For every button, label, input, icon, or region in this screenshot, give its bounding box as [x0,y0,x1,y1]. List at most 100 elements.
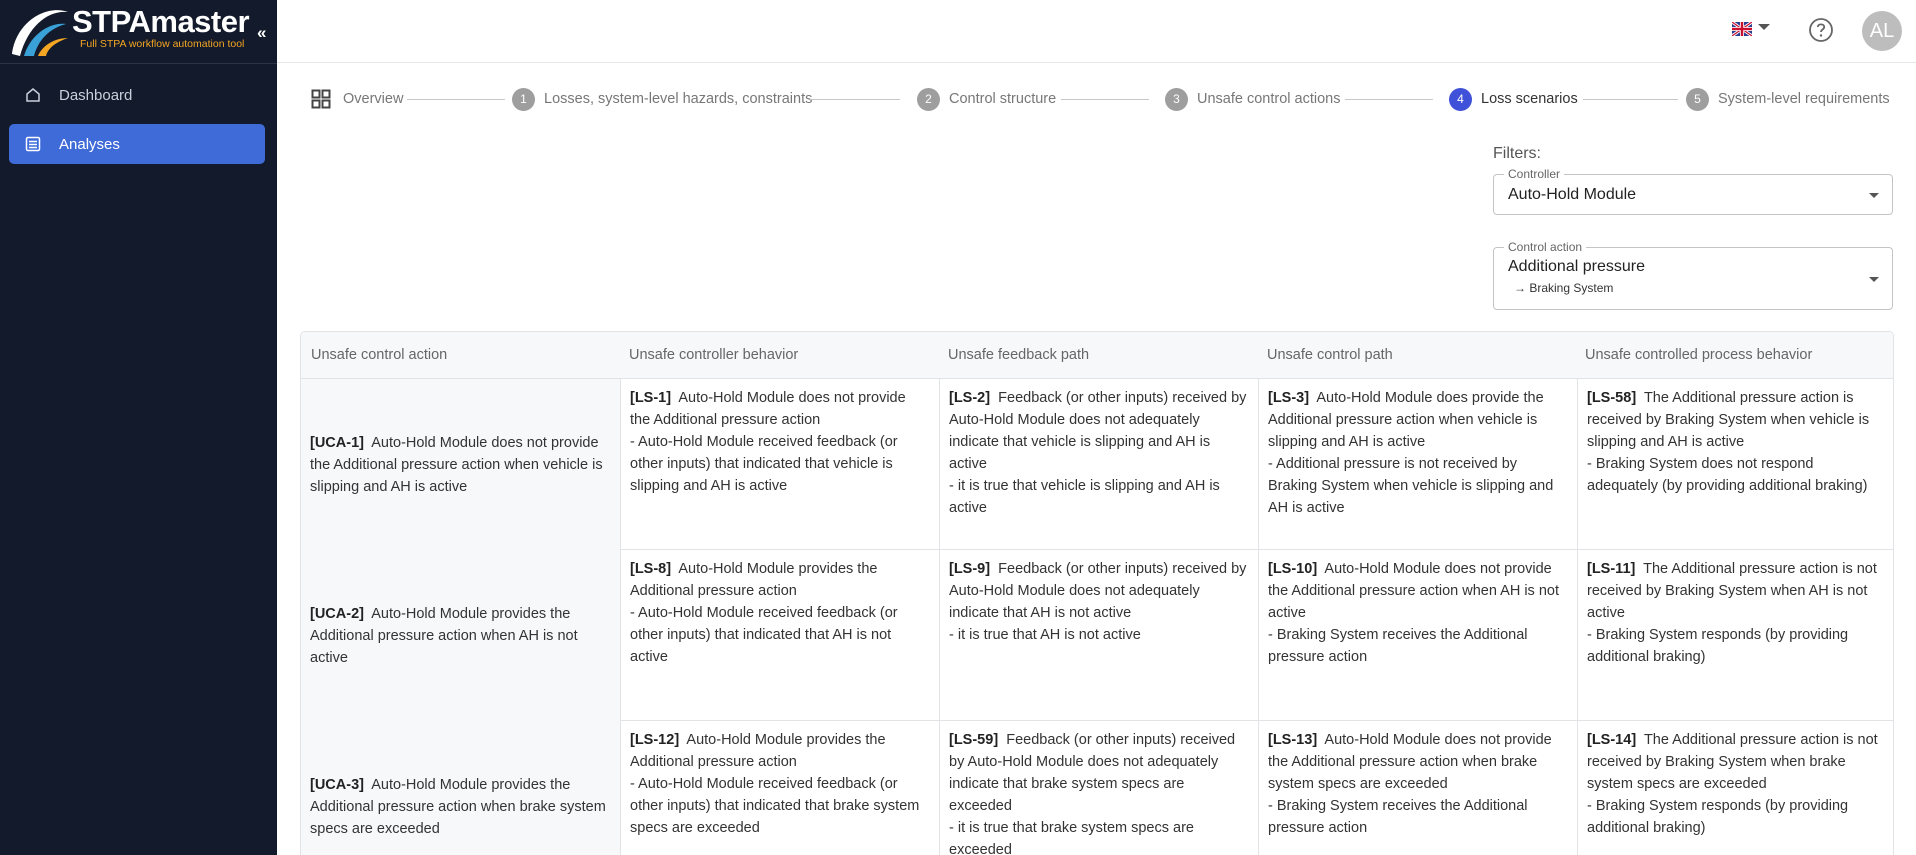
scenario-id: [LS-12] [630,732,680,748]
scenario-cell[interactable]: [LS-9] Feedback (or other inputs) receiv… [939,550,1258,721]
uca-cell[interactable]: [UCA-3] Auto-Hold Module provides the Ad… [301,721,620,855]
scenario-detail: - Auto-Hold Module received feedback (or… [630,434,898,494]
step-label: Loss scenarios [1481,91,1578,107]
home-icon [24,86,42,104]
scenario-detail: - it is true that AH is not active [949,627,1141,643]
step-number: 4 [1449,87,1472,111]
scenario-detail: - Braking System receives the Additional… [1268,798,1528,836]
sidebar-divider [0,63,277,64]
controller-select[interactable]: Controller Auto-Hold Module [1493,167,1893,215]
scenario-cell[interactable]: [LS-12] Auto-Hold Module provides the Ad… [620,721,939,855]
logo-title: STPAmaster [72,4,250,39]
uk-flag-icon[interactable] [1732,22,1752,36]
step-connector [1345,99,1433,100]
uca-cell[interactable]: [UCA-1] Auto-Hold Module does not provid… [301,379,620,550]
step-connector [1583,99,1678,100]
scenario-detail: - Auto-Hold Module received feedback (or… [630,776,920,836]
help-circle-icon[interactable] [1808,17,1834,43]
step-label: Control structure [949,91,1057,107]
logo-swoosh-icon [12,10,68,56]
sidebar-item-label: Analyses [59,135,120,153]
step-5[interactable]: 5 System-level requirements [1686,83,1890,115]
arrow-right-icon: → [1514,281,1526,295]
table-row: [UCA-2] Auto-Hold Module provides the Ad… [301,550,1893,721]
scenario-cell[interactable]: [LS-1] Auto-Hold Module does not provide… [620,379,939,550]
uca-cell[interactable]: [UCA-2] Auto-Hold Module provides the Ad… [301,550,620,721]
table-row: [UCA-3] Auto-Hold Module provides the Ad… [301,721,1893,855]
control-action-value: Additional pressure [1508,258,1645,275]
column-header: Unsafe feedback path [948,347,1090,363]
scenario-cell[interactable]: [LS-59] Feedback (or other inputs) recei… [939,721,1258,855]
scenario-id: [LS-3] [1268,390,1310,406]
scenario-text: Auto-Hold Module does provide the Additi… [1268,390,1544,450]
chevron-down-icon [1869,193,1879,198]
scenario-detail: - Braking System responds (by providing … [1587,627,1849,665]
column-header: Unsafe controller behavior [629,347,799,363]
scenario-detail: - Braking System responds (by providing … [1587,798,1849,836]
step-4[interactable]: 4 Loss scenarios [1449,83,1578,115]
scenario-cell[interactable]: [LS-58] The Additional pressure action i… [1577,379,1893,550]
avatar[interactable]: AL [1862,11,1902,51]
step-label: System-level requirements [1718,91,1890,107]
step-number: 2 [917,87,940,111]
controller-field-label: Controller [1504,167,1565,181]
language-dropdown-caret-icon[interactable] [1758,24,1770,30]
table-row: [UCA-1] Auto-Hold Module does not provid… [301,379,1893,550]
control-action-select[interactable]: Control action Additional pressure → Bra… [1493,240,1893,310]
app-logo[interactable]: STPAmaster Full STPA workflow automation… [6,2,256,58]
scenario-detail: - Additional pressure is not received by… [1268,456,1554,516]
chevron-down-icon [1869,277,1879,282]
table-header: Unsafe control action Unsafe controller … [301,332,1893,379]
control-action-target: → Braking System [1514,281,1613,295]
column-header: Unsafe controlled process behavior [1585,347,1813,363]
scenario-detail: - it is true that vehicle is slipping an… [949,478,1220,516]
scenario-detail: - Braking System does not respond adequa… [1587,456,1868,494]
step-1[interactable]: 1 Losses, system-level hazards, constrai… [512,83,812,115]
controller-value: Auto-Hold Module [1508,186,1637,203]
scenario-cell[interactable]: [LS-13] Auto-Hold Module does not provid… [1258,721,1577,855]
filters-label: Filters: [1493,145,1541,162]
scenario-id: [LS-10] [1268,561,1318,577]
scenario-cell[interactable]: [LS-3] Auto-Hold Module does provide the… [1258,379,1577,550]
sidebar-item-label: Dashboard [59,86,133,104]
scenario-text: Feedback (or other inputs) received by A… [949,561,1247,621]
step-connector [810,99,900,100]
loss-scenarios-table: Unsafe control action Unsafe controller … [300,331,1894,855]
scenario-detail: - it is true that brake system specs are… [949,820,1194,855]
scenario-cell[interactable]: [LS-11] The Additional pressure action i… [1577,550,1893,721]
step-number: 3 [1165,87,1188,111]
scenario-id: [LS-2] [949,390,991,406]
top-header: AL [277,0,1916,63]
step-label: Overview [343,91,404,107]
scenario-cell[interactable]: [LS-8] Auto-Hold Module provides the Add… [620,550,939,721]
uca-id: [UCA-3] [310,776,364,793]
scenario-detail: - Auto-Hold Module received feedback (or… [630,605,898,665]
uca-id: [UCA-1] [310,434,364,451]
sidebar-item-dashboard[interactable]: Dashboard [9,75,265,115]
scenario-cell[interactable]: [LS-10] Auto-Hold Module does not provid… [1258,550,1577,721]
scenario-detail: - Braking System receives the Additional… [1268,627,1528,665]
scenario-id: [LS-9] [949,561,991,577]
step-overview[interactable]: Overview [311,83,403,115]
scenario-id: [LS-13] [1268,732,1318,748]
step-2[interactable]: 2 Control structure [917,83,1056,115]
step-3[interactable]: 3 Unsafe control actions [1165,83,1340,115]
step-number: 5 [1686,87,1709,111]
step-number: 1 [512,87,535,111]
list-icon [24,135,42,153]
scenario-id: [LS-14] [1587,732,1637,748]
scenario-cell[interactable]: [LS-2] Feedback (or other inputs) receiv… [939,379,1258,550]
collapse-sidebar-button[interactable]: « [257,23,266,43]
uca-id: [UCA-2] [310,605,364,622]
scenario-id: [LS-8] [630,561,672,577]
sidebar-item-analyses[interactable]: Analyses [9,124,265,164]
scenario-id: [LS-58] [1587,390,1637,406]
step-label: Losses, system-level hazards, constraint… [544,91,813,107]
sidebar: STPAmaster Full STPA workflow automation… [0,0,277,855]
scenario-id: [LS-59] [949,732,999,748]
step-label: Unsafe control actions [1197,91,1341,107]
scenario-cell[interactable]: [LS-14] The Additional pressure action i… [1577,721,1893,855]
control-action-field-label: Control action [1504,240,1587,254]
control-action-target-label: Braking System [1529,281,1614,295]
scenario-text: Feedback (or other inputs) received by A… [949,390,1247,472]
